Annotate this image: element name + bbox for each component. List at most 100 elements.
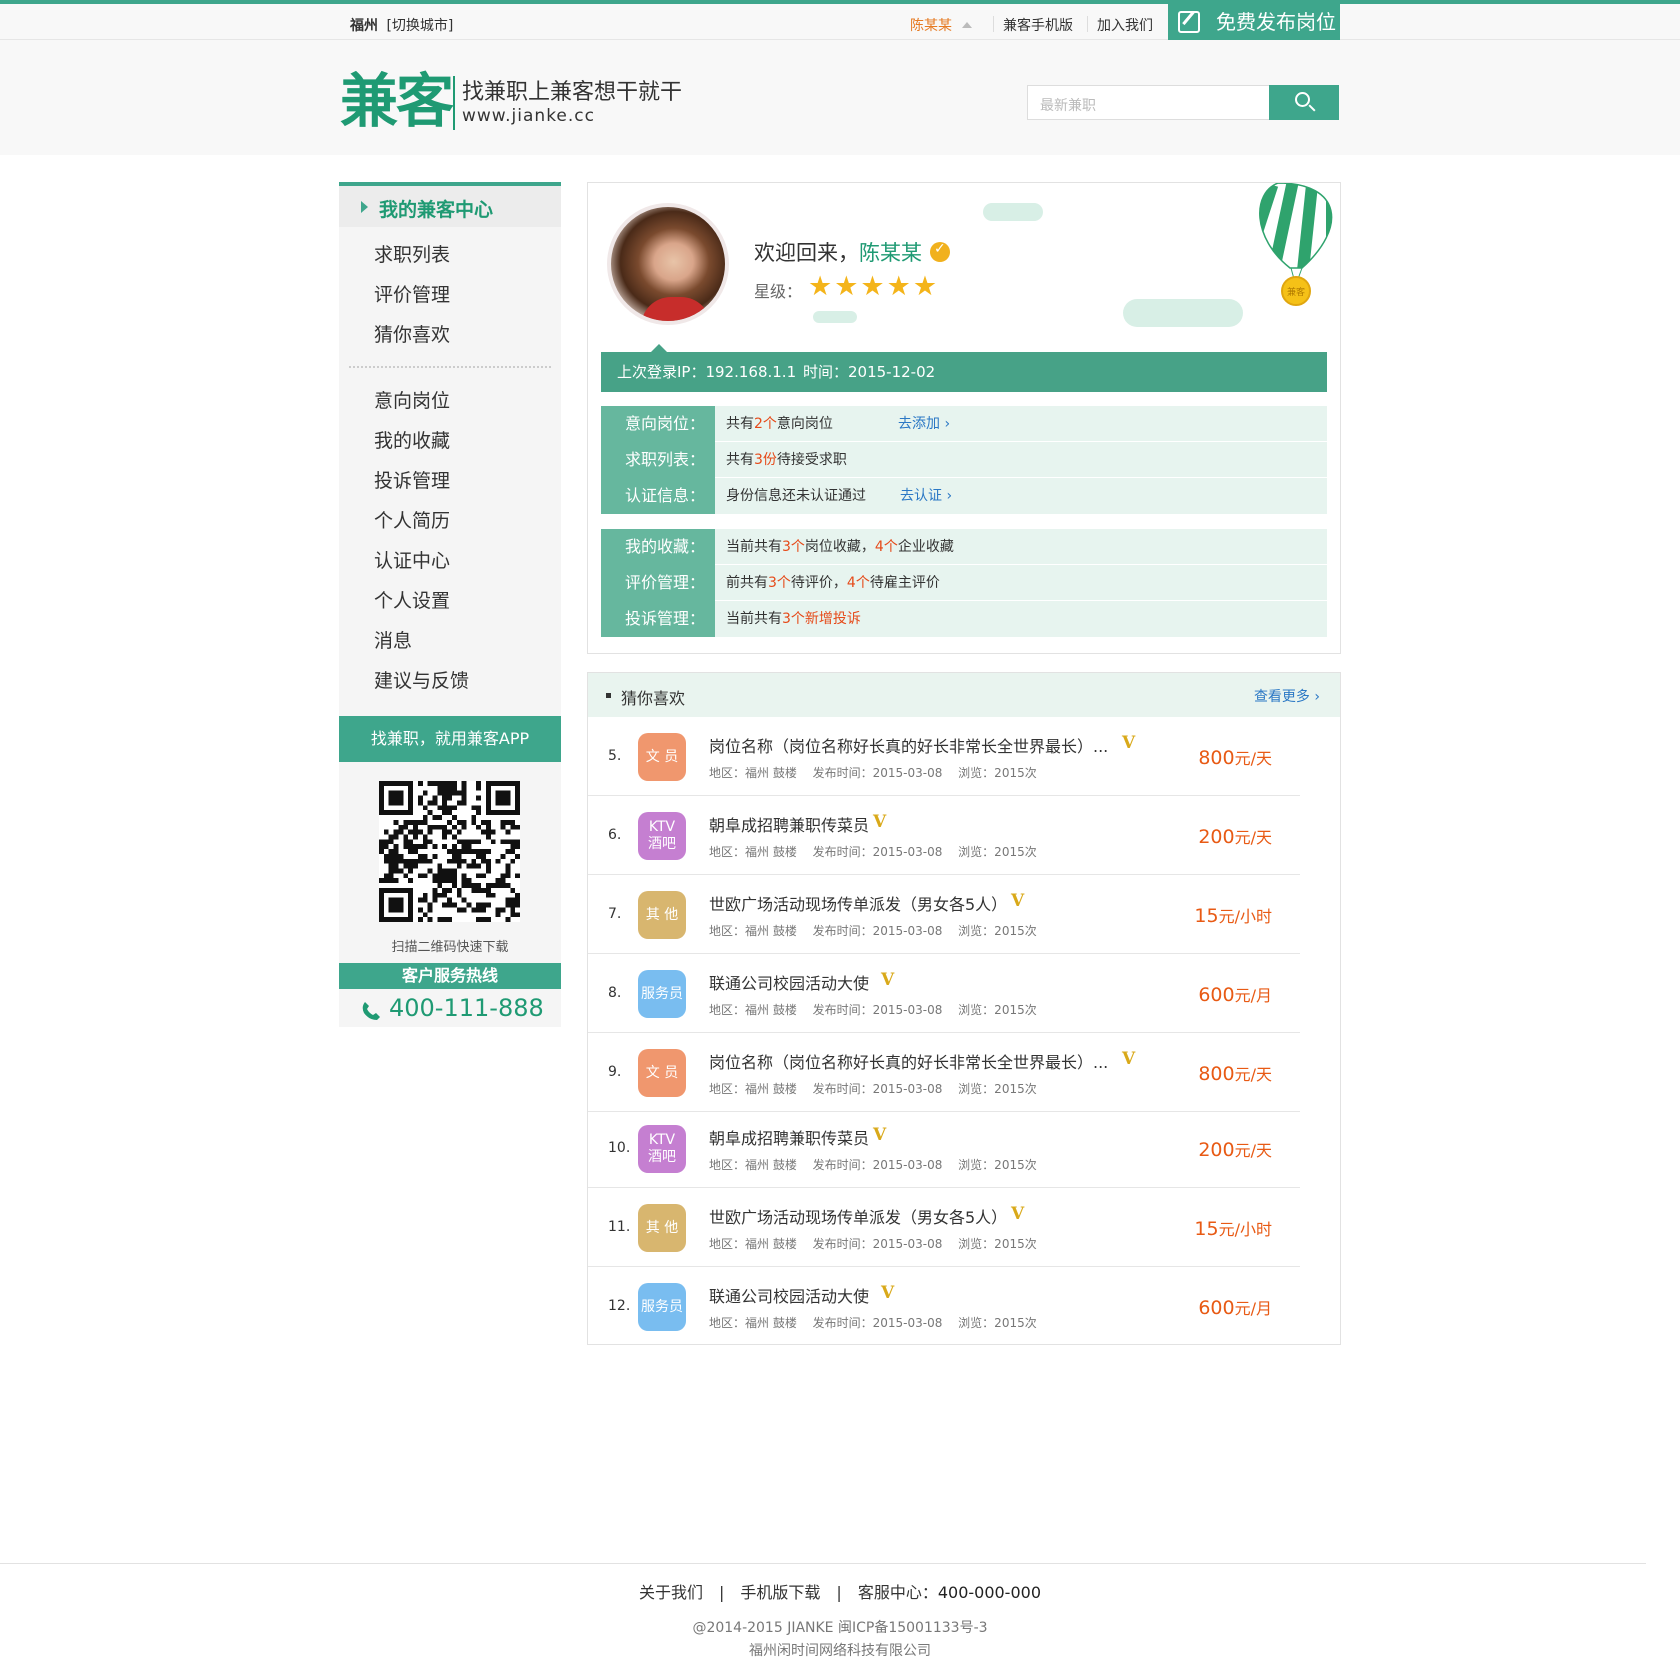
job-row[interactable]: 8. 服务员 联通公司校园活动大使 V 地区：福州 鼓楼 发布时间：2015-03-08…: [588, 954, 1300, 1033]
panel-header: 猜你喜欢 查看更多 ›: [588, 673, 1340, 717]
sidebar-item-verification[interactable]: 认证中心: [374, 546, 450, 573]
summary-row-verification: 认证信息： 身份信息还未认证通过 去认证 ›: [601, 478, 1327, 514]
job-salary: 600元/月: [1198, 1295, 1272, 1319]
service-center-number: 400-000-000: [937, 1583, 1041, 1602]
star-rating-label: 星级：: [754, 282, 803, 301]
publish-job-label: 免费发布岗位: [1216, 10, 1336, 34]
sidebar-divider: [349, 366, 551, 368]
job-row[interactable]: 9. 文 员岗位名称（岗位名称好长真的好长非常长全世界最长）... V 地区：福州 鼓…: [588, 1033, 1300, 1112]
summary-table-1: 意向岗位： 共有2个意向岗位 去添加 › 求职列表： 共有3份待接受求职 认证信…: [601, 406, 1327, 514]
value-count: 3份: [754, 452, 777, 468]
city-switcher[interactable]: 福州 [切换城市]: [350, 15, 453, 35]
sidebar-item-resume[interactable]: 个人简历: [374, 506, 450, 533]
avatar-figure: [641, 297, 711, 321]
login-bar-notch: [651, 344, 667, 352]
verified-icon: [930, 241, 950, 262]
job-meta: 地区：福州 鼓楼 发布时间：2015-03-08 浏览：2015次: [709, 1003, 1037, 1017]
qr-caption: 扫描二维码快速下载: [391, 940, 509, 955]
cloud-decoration: [813, 311, 857, 323]
verified-employer-icon: V: [873, 1125, 887, 1145]
sidebar-item-reviews[interactable]: 评价管理: [374, 280, 450, 307]
welcome-text: 欢迎回来，: [754, 241, 859, 265]
verified-employer-icon: V: [873, 812, 887, 832]
username-link[interactable]: 陈某某: [910, 18, 952, 34]
hotline-number[interactable]: 400-111-888: [389, 994, 544, 1022]
job-row[interactable]: 6. KTV 酒吧 朝阜成招聘兼职传菜员 V 地区：福州 鼓楼 发布时间：2015-03…: [588, 796, 1300, 875]
search-input[interactable]: 最新兼职: [1027, 85, 1270, 120]
job-title-link[interactable]: 朝阜成招聘兼职传菜员: [709, 812, 869, 836]
job-salary: 200元/天: [1198, 824, 1272, 848]
job-row[interactable]: 7. 其 他世欧广场活动现场传单派发（男女各5人） V 地区：福州 鼓楼 发布时间：2…: [588, 875, 1300, 954]
job-title-link[interactable]: 世欧广场活动现场传单派发（男女各5人）: [709, 891, 1007, 915]
salary-amount: 600: [1198, 1297, 1235, 1319]
sidebar-item-recommendations[interactable]: 猜你喜欢: [374, 320, 450, 347]
salary-amount: 15: [1194, 1218, 1219, 1240]
search-icon-handle: [1308, 104, 1316, 112]
value-text: 待接受求职: [776, 452, 847, 468]
job-meta: 地区：福州 鼓楼 发布时间：2015-03-08 浏览：2015次: [709, 1082, 1037, 1096]
sidebar-item-center[interactable]: 我的兼客中心: [339, 186, 561, 227]
value-text: 意向岗位: [776, 416, 833, 432]
sidebar-item-messages[interactable]: 消息: [374, 626, 412, 653]
verify-link[interactable]: 去认证 ›: [900, 478, 952, 514]
value-text: 共有: [726, 452, 754, 468]
row-value: 共有3份待接受求职: [726, 442, 847, 478]
job-title-link[interactable]: 岗位名称（岗位名称好长真的好长非常长全世界最长）...: [709, 1049, 1108, 1073]
switch-city-link[interactable]: [切换城市]: [386, 18, 453, 34]
sidebar: 我的兼客中心 求职列表 评价管理 猜你喜欢 意向岗位 我的收藏 投诉管理 个人简…: [339, 182, 561, 1027]
row-value: 当前共有3个岗位收藏，4个企业收藏: [726, 529, 954, 565]
salary-amount: 800: [1198, 1063, 1235, 1085]
sidebar-item-applications[interactable]: 求职列表: [374, 240, 450, 267]
user-menu[interactable]: 陈某某: [910, 15, 972, 35]
footer-links: 关于我们 | 手机版下载 | 客服中心：400-000-000: [0, 1579, 1680, 1603]
salary-amount: 600: [1198, 984, 1235, 1006]
job-row[interactable]: 10. KTV 酒吧 朝阜成招聘兼职传菜员 V 地区：福州 鼓楼 发布时间：2015-0…: [588, 1109, 1300, 1188]
app-promo-band: 找兼职，就用兼客APP: [339, 716, 561, 762]
value-count: 4个: [874, 539, 898, 555]
join-us-link[interactable]: 加入我们: [1097, 15, 1153, 35]
current-city: 福州: [350, 18, 378, 34]
company-name: 福州闲时间网络科技有限公司: [749, 1643, 931, 1659]
verified-employer-icon: V: [1011, 1204, 1025, 1224]
value-text: 待雇主评价: [869, 575, 940, 591]
job-title-link[interactable]: 岗位名称（岗位名称好长真的好长非常长全世界最长）...: [709, 733, 1108, 757]
row-key: 评价管理：: [601, 565, 715, 601]
hotline-label: 客户服务热线: [339, 963, 561, 989]
value-count: 3个: [768, 575, 791, 591]
search-button[interactable]: [1269, 85, 1339, 120]
mobile-version-link[interactable]: 兼客手机版: [1003, 15, 1073, 35]
site-logo[interactable]: 兼客: [340, 70, 454, 132]
add-intended-job-link[interactable]: 去添加 ›: [898, 406, 950, 442]
about-us-link[interactable]: 关于我们: [639, 1583, 703, 1602]
job-title-link[interactable]: 联通公司校园活动大使: [709, 970, 869, 994]
job-category-icon: 文 员: [638, 733, 686, 781]
verified-employer-icon: V: [1122, 733, 1136, 753]
site-slogan: 找兼职上兼客想干就干: [462, 80, 683, 105]
salary-unit: 元/天: [1234, 1141, 1272, 1160]
view-more-link[interactable]: 查看更多 ›: [1254, 686, 1320, 706]
job-salary: 800元/天: [1198, 1061, 1272, 1085]
job-row[interactable]: 5. 文 员岗位名称（岗位名称好长真的好长非常长全世界最长）... V 地区：福州 鼓…: [588, 717, 1300, 796]
sidebar-item-intended-jobs[interactable]: 意向岗位: [374, 386, 450, 413]
avatar[interactable]: [607, 203, 729, 325]
job-category-icon: KTV 酒吧: [638, 1125, 686, 1173]
job-meta: 地区：福州 鼓楼 发布时间：2015-03-08 浏览：2015次: [709, 924, 1037, 938]
sidebar-item-settings[interactable]: 个人设置: [374, 586, 450, 613]
job-meta: 地区：福州 鼓楼 发布时间：2015-03-08 浏览：2015次: [709, 1237, 1037, 1251]
verified-employer-icon: V: [1122, 1049, 1136, 1069]
sidebar-item-complaints[interactable]: 投诉管理: [374, 466, 450, 493]
job-title-link[interactable]: 朝阜成招聘兼职传菜员: [709, 1125, 869, 1149]
job-title-link[interactable]: 联通公司校园活动大使: [709, 1283, 869, 1307]
publish-job-button[interactable]: 免费发布岗位: [1168, 4, 1340, 40]
mobile-download-link[interactable]: 手机版下载: [740, 1583, 820, 1602]
cloud-decoration: [983, 203, 1043, 221]
job-row[interactable]: 12. 服务员 联通公司校园活动大使 V 地区：福州 鼓楼 发布时间：2015-03-0…: [588, 1267, 1300, 1346]
job-row[interactable]: 11. 其 他世欧广场活动现场传单派发（男女各5人） V 地区：福州 鼓楼 发布时间：…: [588, 1188, 1300, 1267]
bullet-icon: [606, 693, 611, 698]
job-title-link[interactable]: 世欧广场活动现场传单派发（男女各5人）: [709, 1204, 1007, 1228]
sidebar-item-favorites[interactable]: 我的收藏: [374, 426, 450, 453]
job-rank: 9.: [608, 1064, 622, 1080]
sidebar-item-feedback[interactable]: 建议与反馈: [374, 666, 469, 693]
triangle-right-icon: [361, 201, 368, 213]
value-text: 待评价，: [790, 575, 847, 591]
